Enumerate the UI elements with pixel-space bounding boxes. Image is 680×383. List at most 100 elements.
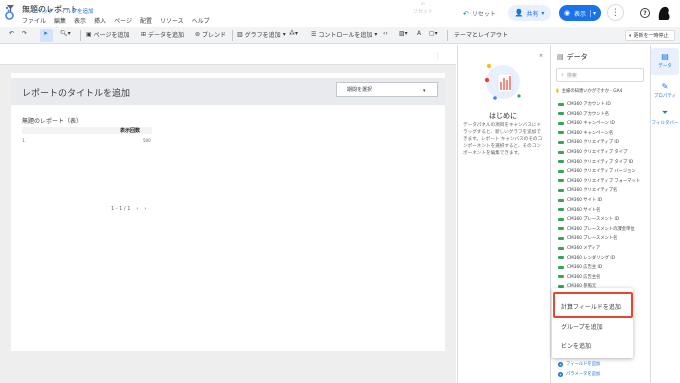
add-bin-item[interactable]: ビンを追加 [552, 341, 633, 350]
menu-resource[interactable]: リソース [160, 16, 184, 25]
chevron-down-icon: ▾ [282, 31, 286, 38]
field-search-input[interactable]: ⌕ 検索 [556, 68, 644, 82]
menu-bar: ファイル 編集 表示 挿入 ページ 配置 リソース ヘルプ [22, 16, 210, 25]
redo-icon[interactable]: ↷ [22, 30, 27, 37]
field-item[interactable]: CM360 クリエイティブ ID [558, 139, 619, 145]
field-item[interactable]: CM360 クリエイティブ名 [558, 187, 617, 193]
field-item[interactable]: CM360 クリエイティブ タイプ ID [558, 159, 633, 165]
menu-view[interactable]: 表示 [74, 16, 86, 25]
add-field-link[interactable]: + フィールドを追加 [558, 361, 600, 367]
text-icon[interactable]: A [417, 30, 421, 37]
shape-icon[interactable]: ▢▾ [429, 30, 438, 37]
more-options-icon[interactable]: ⋮ [434, 52, 441, 60]
view-button[interactable]: ◉ 表示 ▾ [559, 5, 601, 21]
field-item[interactable]: CM360 広告主 ID [558, 264, 602, 270]
field-item[interactable]: CM360 メディア [558, 245, 600, 251]
add-page-button[interactable]: ▣ ページを追加 [86, 30, 130, 39]
plus-icon: + [558, 361, 563, 367]
field-item[interactable]: CM360 プレースメント ID [558, 216, 619, 222]
avatar[interactable] [656, 5, 671, 21]
field-item[interactable]: CM360 プレースメント名 [558, 235, 617, 241]
chevron-right-icon[interactable]: › [144, 206, 146, 212]
field-item[interactable]: CM360 キャンペーン ID [558, 120, 615, 126]
add-group-item[interactable]: グループを追加 [552, 322, 633, 331]
add-quick-filter-button[interactable]: + クイック フィルタを追加 [25, 7, 94, 15]
dimension-tag-icon [558, 256, 564, 260]
field-item[interactable]: CM360 アカウント名 [558, 111, 609, 117]
caret-down-icon: ▾ [423, 88, 426, 94]
chevron-down-icon[interactable]: ▾ [541, 10, 544, 17]
field-label: CM360 広告主 ID [567, 265, 603, 271]
highlight-box [553, 292, 633, 318]
field-label: CM360 クリエイティブ タイプ ID [567, 159, 634, 165]
data-source-label[interactable]: ▮ 主婦の知恵いかがですか - GA4 [556, 88, 622, 94]
community-viz-icon[interactable]: ⁂▾ [289, 30, 298, 37]
filter-reset-button[interactable]: ↶ リセット [413, 2, 433, 16]
intro-heading: はじめに [489, 112, 517, 120]
menu-page[interactable]: ページ [114, 16, 132, 25]
add-data-icon: ⊞ [141, 31, 147, 38]
field-item[interactable]: CM360 クリエイティブ タイプ [558, 149, 627, 155]
search-icon: ⌕ [561, 72, 564, 78]
rail-data-tab[interactable]: ▤ データ [651, 52, 679, 69]
field-label: CM360 メディア [567, 246, 601, 251]
add-data-button[interactable]: ⊞ データを追加 [141, 30, 184, 39]
undo-icon[interactable]: ↶ [9, 30, 14, 37]
blend-icon: ⊚ [195, 31, 201, 38]
pause-refresh-button[interactable]: ⏸ 更新を一時停止 [625, 30, 675, 41]
intro-illustration-icon [484, 64, 521, 100]
image-icon[interactable]: ▨▾ [399, 30, 408, 37]
menu-help[interactable]: ヘルプ [192, 16, 210, 25]
field-item[interactable]: CM360 クリエイティブ バージョン [558, 168, 636, 174]
chevron-down-icon[interactable]: ▾ [590, 9, 596, 17]
field-label: CM360 クリエイティブ フォーマット [567, 178, 641, 184]
column-header-impressions[interactable]: 表示回数 [120, 127, 140, 134]
rail-filterbar-tab[interactable]: ⏷ フィルタバー [651, 108, 679, 126]
chevron-left-icon[interactable]: ‹ [136, 206, 138, 212]
field-item[interactable]: CM360 プレースメントの課金単位 [558, 226, 635, 232]
pause-icon: ⏸ [629, 32, 632, 39]
field-item[interactable]: CM360 レンダリング ID [558, 255, 615, 261]
field-item[interactable]: CM360 アカウント ID [558, 101, 611, 107]
field-label: CM360 レンダリング ID [567, 255, 615, 261]
field-item[interactable]: CM360 サイト名 [558, 207, 600, 213]
data-panel-title: ▤ データ [557, 53, 588, 61]
field-label: CM360 アカウント名 [567, 111, 610, 117]
reset-button[interactable]: ↶ リセット [463, 9, 496, 19]
filter-icon[interactable] [7, 5, 14, 12]
field-item[interactable]: CM360 サイト ID [558, 197, 602, 203]
menu-edit[interactable]: 編集 [54, 16, 66, 25]
close-icon[interactable]: × [539, 53, 543, 59]
editor-toolbar: ↶ ↷ ➤ 🔍︎▾ ▣ ページを追加 ⊞ データを追加 ⊚ ブレンド ▥ グラフを追加 ▾… [0, 27, 680, 44]
filter-bar [0, 45, 456, 65]
code-icon[interactable]: ‹› [383, 30, 388, 37]
report-title[interactable]: レポートのタイトルを追加 [22, 86, 130, 99]
menu-file[interactable]: ファイル [22, 16, 46, 25]
theme-layout-button[interactable]: テーマとレイアウト [454, 30, 508, 39]
menu-arrange[interactable]: 配置 [140, 16, 152, 25]
field-item[interactable]: CM360 広告主名 [558, 274, 600, 280]
report-page[interactable] [11, 73, 445, 351]
plus-icon: + [558, 371, 563, 377]
share-button[interactable]: 👤 共有 ▾ [508, 5, 551, 21]
add-chart-button[interactable]: ▥ グラフを追加 ▾ [237, 30, 286, 39]
field-item[interactable]: CM360 キャンペーン名 [558, 130, 613, 136]
table-row-number: 1. [22, 138, 26, 143]
help-icon[interactable]: ? [640, 8, 650, 18]
eye-icon: ◉ [563, 9, 571, 17]
add-control-button[interactable]: ☰ コントロールを追加 ▾ [311, 30, 377, 39]
field-label: CM360 プレースメントの課金単位 [567, 226, 635, 232]
blend-button[interactable]: ⊚ ブレンド [195, 30, 226, 39]
rail-properties-tab[interactable]: ✎ プロパティ [651, 82, 679, 99]
zoom-icon[interactable]: 🔍︎▾ [60, 30, 71, 37]
cursor-icon[interactable]: ➤ [43, 30, 48, 37]
dimension-tag-icon [558, 179, 564, 183]
app-header: 無題のレポート ファイル 編集 表示 挿入 ページ 配置 リソース ヘルプ ↶ … [0, 0, 680, 27]
add-parameter-link[interactable]: + パラメータを追加 [558, 371, 600, 377]
menu-insert[interactable]: 挿入 [94, 16, 106, 25]
dimension-tag-icon [558, 198, 564, 202]
dimension-tag-icon [558, 265, 564, 269]
field-item[interactable]: CM360 クリエイティブ フォーマット [558, 178, 640, 184]
more-options-icon[interactable]: ⋮ [607, 4, 624, 21]
table-title[interactable]: 無題のレポート（表） [22, 116, 82, 125]
